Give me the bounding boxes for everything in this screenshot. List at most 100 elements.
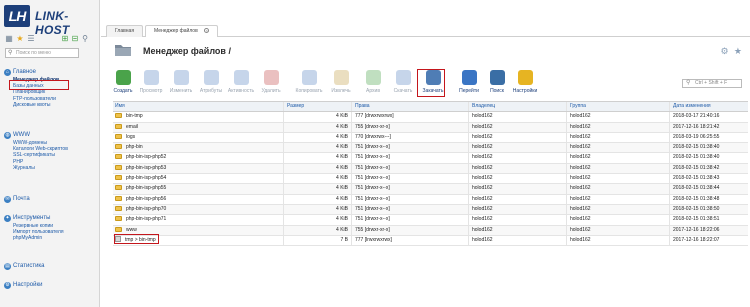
file-owner-cell: holod162 <box>468 132 566 143</box>
column-header-group[interactable]: Группа <box>566 102 669 112</box>
file-size: 4 KiB <box>336 123 348 130</box>
folder-icon <box>115 144 122 150</box>
file-date-cell: 2018-02-15 01:38:50 <box>669 204 748 215</box>
file-group-cell: holod162 <box>566 143 669 153</box>
column-header-date[interactable]: Дата изменения <box>669 102 748 112</box>
star-icon[interactable]: ★ <box>16 35 24 43</box>
toolbar-button-13[interactable]: Настройки <box>510 70 540 98</box>
sidebar-item-logs[interactable]: Журналы <box>4 165 96 171</box>
file-group-cell: holod162 <box>566 132 669 143</box>
file-owner-cell: holod162 <box>468 122 566 132</box>
file-name: php-bin-isp-php71 <box>126 216 167 223</box>
file-permissions-cell: 751 [drwxr-x--x] <box>351 163 468 174</box>
favorite-star-icon[interactable]: ★ <box>734 46 742 56</box>
file-group: holod162 <box>570 113 591 120</box>
sidebar-item-phpmyadmin[interactable]: phpMyAdmin <box>4 235 96 241</box>
file-permissions: 755 [drwxr-xr-x] <box>355 226 390 233</box>
table-header: Имя Размер Права Владелец Группа Дата из… <box>113 102 748 113</box>
logo-mark: LH <box>4 5 30 27</box>
column-header-name[interactable]: Имя <box>113 102 283 111</box>
sidebar-search-input[interactable]: ⚲ Поиск по меню <box>5 48 79 58</box>
tab-home[interactable]: Главная <box>106 25 144 37</box>
file-name: logs <box>126 133 136 140</box>
section-settings-header[interactable]: ⚙ Настройки <box>4 281 96 290</box>
logo[interactable]: LH LINK-HOST <box>4 5 99 37</box>
file-name-cell: bin-tmp <box>113 112 283 121</box>
table-row[interactable]: php-bin-isp-php55 4 KiB 751 [drwxr-x--x] ho… <box>113 184 748 195</box>
file-group-cell: holod162 <box>566 194 669 204</box>
section-www: ◍ WWW WWW-домены Каталоги Web-скриптов S… <box>4 131 96 171</box>
section-stats-header[interactable]: ▤ Статистика <box>4 262 96 271</box>
settings-icon[interactable]: ⚙ <box>720 46 728 56</box>
toolbar-button-label: Активность <box>227 88 255 94</box>
section-mail-header[interactable]: ✉ Почта <box>4 195 96 204</box>
section-tools-header[interactable]: ✦ Инструменты <box>4 214 96 223</box>
toolbar-button-11[interactable]: Перейти <box>454 70 484 98</box>
section-main-header[interactable]: ⌂ Главное <box>4 68 96 77</box>
expand-icon[interactable]: ⊞ <box>61 35 69 43</box>
table-row[interactable]: www 4 KiB 755 [drwxr-xr-x] holod162 holod162… <box>113 225 748 236</box>
section-www-header[interactable]: ◍ WWW <box>4 131 96 140</box>
toolbar-button-3[interactable]: Атрибуты <box>196 70 226 98</box>
file-date-cell: 2018-02-15 01:38:51 <box>669 215 748 225</box>
collapse-icon[interactable]: ⊟ <box>71 35 79 43</box>
delete-icon <box>263 70 279 85</box>
file-group-cell: holod162 <box>566 235 669 246</box>
column-header-permissions[interactable]: Права <box>351 102 468 112</box>
file-date: 2018-02-15 01:38:43 <box>673 175 720 182</box>
table-row[interactable]: bin-tmp 4 KiB 777 [drwxrwxrwx] holod162 holo… <box>113 112 748 123</box>
file-owner: holod162 <box>472 164 493 171</box>
file-permissions: 751 [drwxr-x--x] <box>355 175 390 182</box>
column-header-owner[interactable]: Владелец <box>468 102 566 112</box>
table-row[interactable]: php-bin 4 KiB 751 [drwxr-x--x] holod162 holo… <box>113 143 748 154</box>
toolbar-button-9[interactable]: Скачать <box>388 70 418 98</box>
file-group-cell: holod162 <box>566 112 669 122</box>
sidebar-item-disk-quotas[interactable]: Дисковые квоты <box>4 102 96 108</box>
file-date-cell: 2018-02-15 01:38:42 <box>669 163 748 174</box>
toolbar-button-4[interactable]: Активность <box>226 70 256 98</box>
folder-icon <box>115 216 122 222</box>
toolbar-button-12[interactable]: Поиск <box>482 70 512 98</box>
file-owner: holod162 <box>472 236 493 243</box>
table-row[interactable]: php-bin-isp-php52 4 KiB 751 [drwxr-x--x] ho… <box>113 153 748 164</box>
table-row[interactable]: logs 4 KiB 770 [drwxrwx---] holod162 holod16… <box>113 132 748 144</box>
file-group: holod162 <box>570 236 591 243</box>
tab-bar: Главная Менеджер файлов × <box>101 23 750 37</box>
table-row[interactable]: php-bin-isp-php71 4 KiB 751 [drwxr-x--x] ho… <box>113 215 748 226</box>
file-permissions-cell: 751 [drwxr-x--x] <box>351 215 468 225</box>
table-row[interactable]: php-bin-isp-php53 4 KiB 751 [drwxr-x--x] ho… <box>113 163 748 175</box>
toolbar-button-6[interactable]: Копировать <box>294 70 324 98</box>
toolbar-button-label: Архив <box>365 88 380 94</box>
filter-input[interactable]: ⚲ Ctrl + Shift + F <box>682 79 742 88</box>
file-size: 7 B <box>340 236 348 243</box>
table-row[interactable]: php-bin-isp-php56 4 KiB 751 [drwxr-x--x] ho… <box>113 194 748 205</box>
file-owner: holod162 <box>472 216 493 223</box>
close-tab-icon[interactable]: × <box>204 28 210 33</box>
file-owner: holod162 <box>472 144 493 151</box>
file-size-cell: 4 KiB <box>283 204 351 215</box>
table-row[interactable]: tmp > bin-tmp 7 B 777 [lrwxrwxrwx] holod162… <box>113 235 748 247</box>
file-group: holod162 <box>570 154 591 161</box>
window-icon[interactable]: ▦ <box>5 35 13 43</box>
copy-icon <box>301 70 317 85</box>
section-tools-title: Инструменты <box>13 215 51 221</box>
sidebar-search-placeholder: Поиск по меню <box>16 50 51 56</box>
toolbar-button-2[interactable]: Изменить <box>166 70 196 98</box>
menu-icon[interactable]: ☰ <box>27 35 35 43</box>
file-size-cell: 4 KiB <box>283 112 351 122</box>
search-icon[interactable]: ⚲ <box>81 35 89 43</box>
tab-file-manager[interactable]: Менеджер файлов × <box>145 25 219 37</box>
column-header-size[interactable]: Размер <box>283 102 351 112</box>
toolbar-button-0[interactable]: Создать <box>108 70 138 98</box>
toolbar-button-5[interactable]: Удалить <box>256 70 286 98</box>
toolbar-button-7[interactable]: Извлечь <box>326 70 356 98</box>
toolbar-button-1[interactable]: Просмотр <box>136 70 166 98</box>
file-name-cell: logs <box>113 133 283 142</box>
folder-icon <box>115 45 131 56</box>
toolbar-button-8[interactable]: Архив <box>358 70 388 98</box>
file-date-cell: 2017-12-16 18:21:42 <box>669 122 748 132</box>
table-row[interactable]: php-bin-isp-php54 4 KiB 751 [drwxr-x--x] ho… <box>113 174 748 185</box>
table-row[interactable]: php-bin-isp-php70 4 KiB 751 [drwxr-x--x] ho… <box>113 204 748 216</box>
table-row[interactable]: email 4 KiB 755 [drwxr-xr-x] holod162 holod1… <box>113 122 748 133</box>
filter-search-icon: ⚲ <box>686 80 691 86</box>
